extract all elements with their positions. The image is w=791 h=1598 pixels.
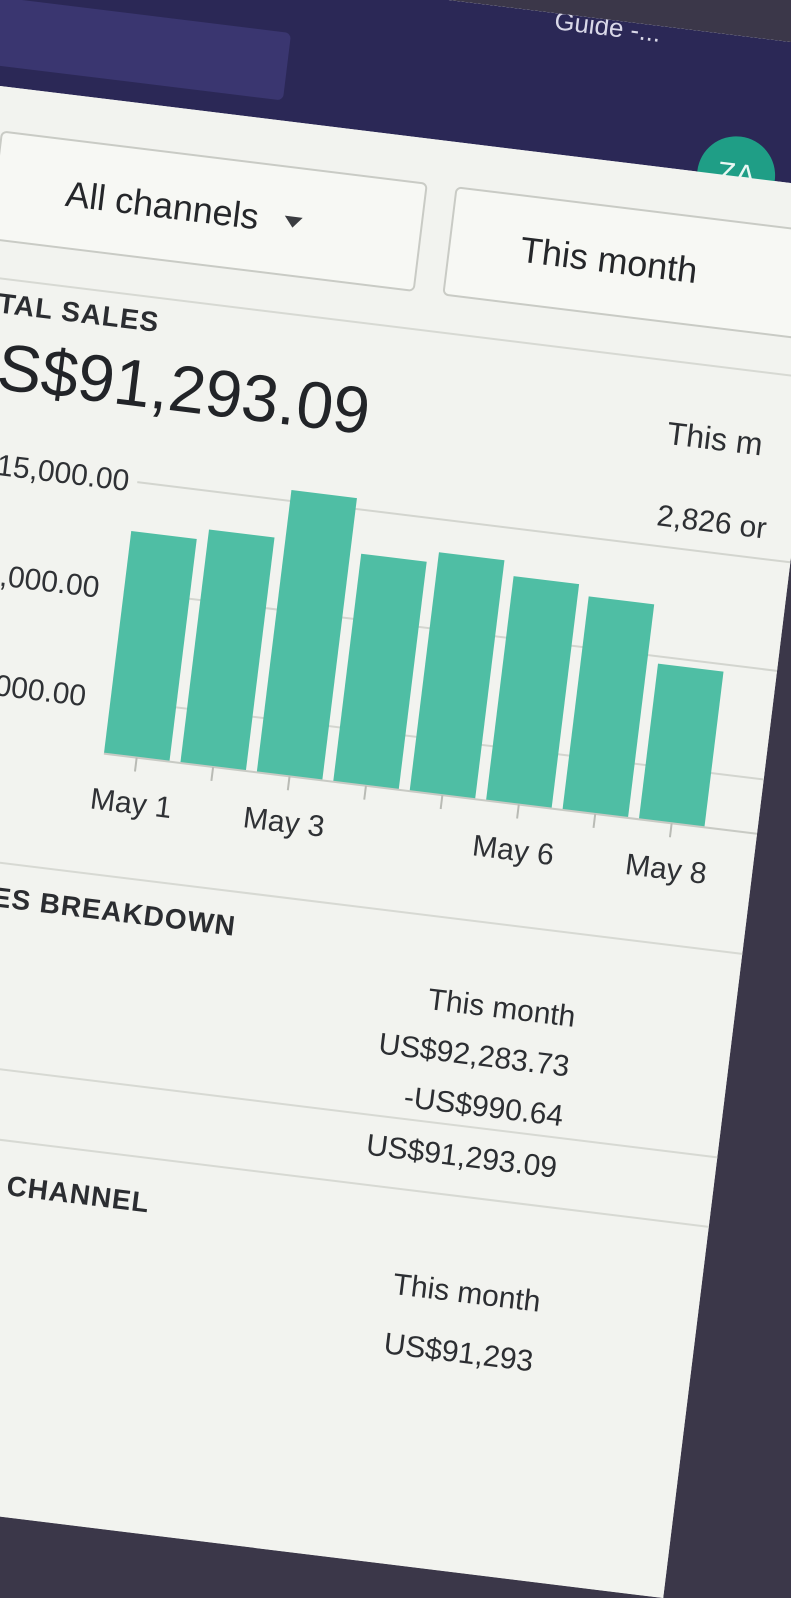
y-axis-tick-label: US$15,000.00: [0, 442, 131, 498]
search-box[interactable]: [0, 0, 292, 101]
chart-bar: [103, 530, 197, 762]
y-axis-tick-label: US$9,000.00: [0, 550, 101, 604]
x-axis-tick-label: May 8: [623, 848, 708, 891]
period-select[interactable]: This month: [442, 186, 791, 342]
y-axis-tick-label: US$3,000.00: [0, 659, 88, 713]
channel-select-label: All channels: [63, 172, 262, 238]
x-axis-tick: [363, 785, 367, 800]
x-axis-tick-label: May 3: [241, 801, 326, 844]
total-sales-period: This m: [665, 414, 765, 463]
x-axis-tick: [210, 766, 215, 782]
breakdown-total-value: US$91,293.09: [364, 1128, 559, 1185]
channel-select[interactable]: All channels: [0, 130, 428, 293]
sales-breakdown-title: AL SALES BREAKDOWN: [0, 868, 238, 942]
x-axis-tick: [439, 795, 444, 810]
x-axis-tick: [133, 757, 138, 772]
chart-bar: [180, 529, 275, 772]
caret-down-icon: [283, 215, 303, 229]
chart-bar: [486, 576, 580, 809]
chart-bar: [409, 552, 505, 800]
x-axis-tick-label: May 6: [471, 829, 556, 872]
chart-bar: [638, 663, 724, 828]
by-channel-header-period: This month: [390, 1267, 543, 1319]
x-axis-tick: [592, 813, 597, 828]
x-axis-tick: [516, 804, 520, 819]
sales-by-channel-title: SALES BY CHANNEL: [0, 1151, 152, 1219]
total-sales-chart: US$15,000.00 US$9,000.00 US$3,000.00 May 1 M…: [0, 442, 791, 891]
chart-bar: [562, 596, 655, 818]
x-axis-tick: [668, 823, 673, 838]
guide-link[interactable]: Guide -...: [553, 5, 663, 49]
sales-dashboard-panel: All channels This month TOTAL SALES US$9…: [0, 78, 791, 1598]
x-axis-tick-label: May 1: [88, 782, 173, 825]
x-axis-tick: [286, 776, 291, 791]
chart-bar: [333, 553, 427, 790]
by-channel-row-value: US$91,293: [381, 1327, 535, 1379]
app-screen: Guide -... ZA All channels This month TO…: [0, 0, 791, 1598]
period-select-label: This month: [518, 228, 700, 292]
